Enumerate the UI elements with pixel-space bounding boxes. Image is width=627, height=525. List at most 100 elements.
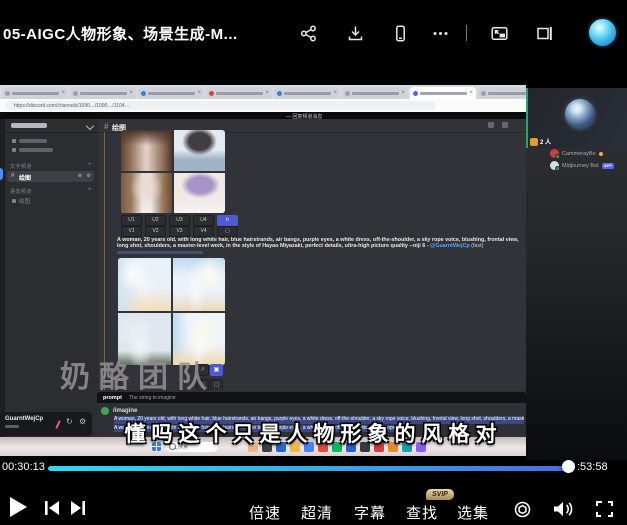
user-avatar[interactable] bbox=[589, 19, 616, 46]
browser-tab-strip: ××××××××× bbox=[0, 85, 526, 99]
server-name-placeholder bbox=[11, 123, 47, 128]
u3-button: U3 bbox=[169, 215, 190, 226]
video-viewport[interactable]: ××××××××× https://discord.com/channels/1… bbox=[0, 70, 627, 460]
tab-favicon bbox=[73, 91, 78, 96]
svip-badge: SVIP bbox=[426, 489, 454, 500]
member-avatar bbox=[550, 149, 559, 158]
generated-image-2a bbox=[118, 258, 171, 311]
frame-button: ▢ bbox=[217, 226, 238, 237]
browser-tab: × bbox=[478, 87, 526, 99]
tab-title-placeholder bbox=[488, 92, 526, 95]
browser-tab: × bbox=[274, 87, 340, 99]
u1-button: U1 bbox=[121, 215, 142, 226]
sidebar-voice-channel: 绘图 bbox=[12, 197, 30, 205]
volume-icon[interactable] bbox=[552, 500, 573, 518]
v2-button: V2 bbox=[145, 226, 166, 237]
fast-mode-suffix: (fast) bbox=[470, 243, 484, 249]
tab-close-icon: × bbox=[61, 90, 65, 96]
mobile-device-icon[interactable] bbox=[391, 24, 410, 43]
calendar-icon bbox=[12, 139, 16, 143]
generated-image-grid-1 bbox=[121, 130, 225, 213]
generated-image-1c bbox=[121, 173, 172, 214]
mini-player-icon[interactable] bbox=[535, 24, 554, 43]
message-meta-line bbox=[117, 251, 203, 254]
tab-title-placeholder bbox=[216, 92, 263, 95]
tab-close-icon: × bbox=[333, 90, 337, 96]
webcam-overlay: 2 人 bbox=[526, 88, 627, 148]
tab-title-placeholder bbox=[420, 92, 467, 95]
generated-image-2b bbox=[173, 258, 226, 311]
play-button[interactable] bbox=[10, 497, 27, 517]
url-text: https://discord.com/channels/1090…/1090…… bbox=[14, 103, 130, 109]
bot-badge: APP bbox=[602, 163, 614, 169]
subtitle-button[interactable]: 字幕 bbox=[350, 502, 390, 523]
fullscreen-icon[interactable] bbox=[596, 501, 613, 517]
bot-avatar-small bbox=[101, 407, 109, 415]
watermark: 奶酪团队 bbox=[60, 352, 216, 396]
member-row: CammerayBo bbox=[550, 149, 603, 158]
screen-share-bar bbox=[0, 112, 526, 119]
crown-emoji bbox=[599, 152, 603, 156]
mention-link: @GuarntWejCp bbox=[430, 243, 470, 249]
members-icon bbox=[502, 122, 508, 128]
reroll-button: ↻ bbox=[217, 215, 238, 226]
browser-tab: × bbox=[70, 87, 136, 99]
speed-button[interactable]: 倍速 bbox=[245, 502, 285, 523]
progress-fill bbox=[48, 466, 570, 471]
browser-tab-active: × bbox=[410, 87, 476, 99]
member-name: CammerayBo bbox=[562, 151, 596, 157]
progress-bar[interactable] bbox=[48, 466, 570, 471]
v1-button: V1 bbox=[121, 226, 142, 237]
add-channel-icon: + bbox=[88, 187, 92, 193]
tab-favicon bbox=[413, 91, 418, 96]
sidebar-channel-selected: # 绘图 ⊕ ⚙ bbox=[7, 171, 94, 182]
picture-in-picture-icon[interactable] bbox=[490, 24, 509, 43]
streamer-avatar bbox=[565, 99, 595, 129]
progress-handle[interactable] bbox=[562, 460, 575, 473]
server-selected-pill bbox=[0, 168, 3, 180]
viewer-count-badge: 2 人 bbox=[530, 137, 551, 146]
tab-title-placeholder bbox=[352, 92, 399, 95]
imagine-command: /imagine bbox=[113, 408, 137, 414]
invite-icon: ⊕ bbox=[78, 173, 82, 179]
member-row: Midjourney Bot APP bbox=[550, 161, 614, 170]
tab-title-placeholder bbox=[12, 92, 59, 95]
voice-channel-name: 绘图 bbox=[19, 197, 30, 205]
add-channel-icon: + bbox=[88, 162, 92, 168]
download-icon[interactable] bbox=[346, 24, 365, 43]
voice-channels-section: 语音频道 bbox=[10, 188, 32, 195]
tab-favicon bbox=[277, 91, 282, 96]
sidebar-item-label-placeholder bbox=[19, 148, 53, 152]
hash-icon: # bbox=[11, 173, 14, 179]
v4-button: V4 bbox=[193, 226, 214, 237]
find-button[interactable]: 查找 bbox=[402, 502, 442, 523]
quality-button[interactable]: 超清 bbox=[297, 502, 337, 523]
sidebar-item bbox=[12, 148, 53, 152]
video-subtitle: 懂吗这个只是人物形象的风格对 bbox=[0, 418, 627, 448]
sidebar-item-label-placeholder bbox=[19, 139, 47, 143]
previous-episode-button[interactable] bbox=[44, 501, 60, 515]
tab-title-placeholder bbox=[284, 92, 331, 95]
generated-image-grid-2 bbox=[118, 258, 225, 365]
megaphone-icon bbox=[12, 148, 16, 152]
u2-button: U2 bbox=[145, 215, 166, 226]
generated-image-1b bbox=[174, 130, 225, 171]
tab-favicon bbox=[481, 91, 486, 96]
sidebar-item bbox=[12, 139, 47, 143]
tab-favicon bbox=[141, 91, 146, 96]
share-icon[interactable] bbox=[299, 24, 318, 43]
tab-close-icon: × bbox=[129, 90, 133, 96]
tab-favicon bbox=[209, 91, 214, 96]
current-time: 00:30:13 bbox=[2, 461, 45, 473]
pin-icon bbox=[488, 122, 494, 128]
online-status-dot bbox=[555, 166, 561, 172]
next-episode-button[interactable] bbox=[70, 501, 86, 515]
more-options-icon[interactable] bbox=[431, 24, 450, 43]
text-channels-section: 文字频道 bbox=[10, 163, 32, 170]
topbar-divider bbox=[466, 25, 467, 41]
episodes-button[interactable]: 选集 bbox=[453, 502, 493, 523]
tab-title-placeholder bbox=[80, 92, 127, 95]
browser-tab: × bbox=[206, 87, 272, 99]
tab-favicon bbox=[5, 91, 10, 96]
settings-dial-icon[interactable] bbox=[514, 501, 531, 518]
